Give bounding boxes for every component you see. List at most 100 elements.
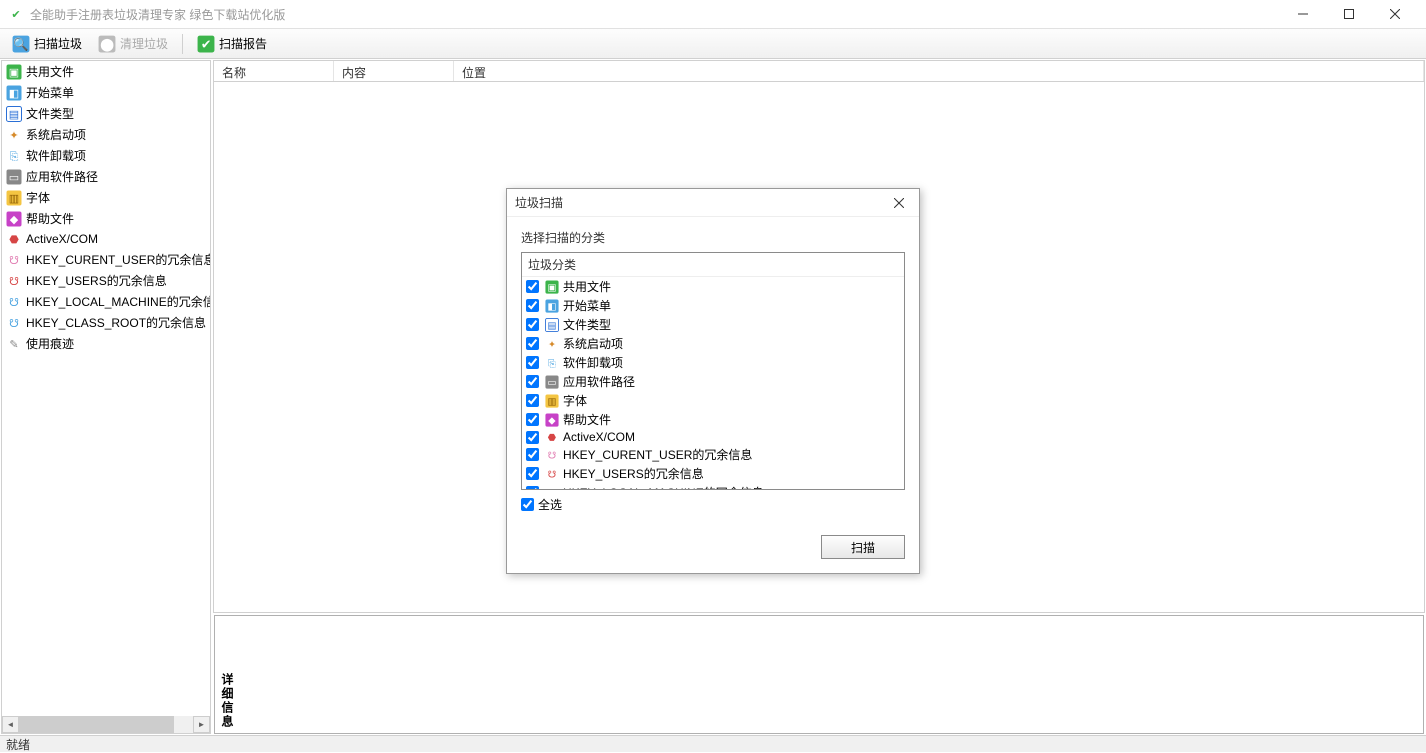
category-label: 字体 <box>563 392 587 409</box>
category-row-0[interactable]: ▣ 共用文件 <box>522 277 904 296</box>
scroll-thumb[interactable] <box>19 716 174 733</box>
category-checkbox[interactable] <box>526 318 539 331</box>
sidebar-item-label: 软件卸载项 <box>26 147 86 164</box>
sidebar-item-2[interactable]: ▤ 文件类型 <box>2 103 210 124</box>
sidebar-item-6[interactable]: ▥ 字体 <box>2 187 210 208</box>
category-checkbox[interactable] <box>526 356 539 369</box>
dialog-title: 垃圾扫描 <box>515 194 887 211</box>
scan-trash-button[interactable]: 🔍 扫描垃圾 <box>6 32 88 56</box>
scan-report-button[interactable]: ✔ 扫描报告 <box>191 32 273 56</box>
category-label: HKEY_USERS的冗余信息 <box>563 465 704 482</box>
col-name[interactable]: 名称 <box>214 61 334 81</box>
category-row-7[interactable]: ◆ 帮助文件 <box>522 410 904 429</box>
svg-text:◆: ◆ <box>548 415 556 426</box>
col-content[interactable]: 内容 <box>334 61 454 81</box>
category-checkbox[interactable] <box>526 413 539 426</box>
category-row-1[interactable]: ◧ 开始菜单 <box>522 296 904 315</box>
sidebar-item-label: HKEY_LOCAL_MACHINE的冗余信息 <box>26 293 210 310</box>
category-row-5[interactable]: ▭ 应用软件路径 <box>522 372 904 391</box>
select-all-checkbox[interactable] <box>521 498 534 511</box>
sidebar-item-label: ActiveX/COM <box>26 232 98 246</box>
category-row-11[interactable]: ☋ HKEY_LOCAL_MACHINE的冗余信息 <box>522 483 904 490</box>
category-row-4[interactable]: ⎘ 软件卸载项 <box>522 353 904 372</box>
svg-text:☋: ☋ <box>9 255 19 267</box>
category-row-6[interactable]: ▥ 字体 <box>522 391 904 410</box>
svg-text:▤: ▤ <box>547 320 556 331</box>
clean-trash-button[interactable]: ⬤ 清理垃圾 <box>92 32 174 56</box>
category-list-header: 垃圾分类 <box>522 253 904 277</box>
dialog-close-button[interactable] <box>887 191 911 215</box>
category-row-2[interactable]: ▤ 文件类型 <box>522 315 904 334</box>
select-all-row[interactable]: 全选 <box>521 496 905 513</box>
app-icon: ✔ <box>8 6 24 22</box>
category-checkbox[interactable] <box>526 299 539 312</box>
scroll-left-button[interactable]: ◄ <box>2 716 19 733</box>
status-text: 就绪 <box>6 736 30 753</box>
category-checkbox[interactable] <box>526 467 539 480</box>
category-checkbox[interactable] <box>526 431 539 444</box>
startmenu-icon: ◧ <box>6 85 22 101</box>
sidebar-item-9[interactable]: ☋ HKEY_CURENT_USER的冗余信息 <box>2 249 210 270</box>
sidebar-item-label: 文件类型 <box>26 105 74 122</box>
svg-text:☋: ☋ <box>548 450 557 461</box>
clean-label: 清理垃圾 <box>120 35 168 52</box>
category-checkbox[interactable] <box>526 375 539 388</box>
scroll-right-button[interactable]: ► <box>193 716 210 733</box>
detail-panel: 详细信息 <box>214 615 1424 734</box>
category-checkbox[interactable] <box>526 337 539 350</box>
sidebar-item-5[interactable]: ▭ 应用软件路径 <box>2 166 210 187</box>
category-checkbox[interactable] <box>526 280 539 293</box>
category-row-10[interactable]: ☋ HKEY_USERS的冗余信息 <box>522 464 904 483</box>
sidebar-item-4[interactable]: ⎘ 软件卸载项 <box>2 145 210 166</box>
sidebar-item-7[interactable]: ◆ 帮助文件 <box>2 208 210 229</box>
category-row-9[interactable]: ☋ HKEY_CURENT_USER的冗余信息 <box>522 445 904 464</box>
report-icon: ✔ <box>197 35 215 53</box>
maximize-icon <box>1344 9 1354 19</box>
uninstall-icon: ⎘ <box>6 148 22 164</box>
svg-text:⬣: ⬣ <box>548 433 557 444</box>
sidebar-item-10[interactable]: ☋ HKEY_USERS的冗余信息 <box>2 270 210 291</box>
apppath-icon: ▭ <box>6 169 22 185</box>
category-label: HKEY_LOCAL_MACHINE的冗余信息 <box>563 484 764 490</box>
sidebar-scrollbar[interactable]: ◄ ► <box>2 716 210 733</box>
scan-button[interactable]: 扫描 <box>821 535 905 559</box>
filetype-icon: ▤ <box>6 106 22 122</box>
category-checkbox[interactable] <box>526 448 539 461</box>
scroll-track[interactable] <box>19 716 193 733</box>
titlebar: ✔ 全能助手注册表垃圾清理专家 绿色下载站优化版 <box>0 0 1426 29</box>
sidebar-item-8[interactable]: ⬣ ActiveX/COM <box>2 229 210 249</box>
category-label: ActiveX/COM <box>563 430 635 444</box>
category-checkbox[interactable] <box>526 394 539 407</box>
category-row-8[interactable]: ⬣ ActiveX/COM <box>522 429 904 445</box>
sidebar-item-11[interactable]: ☋ HKEY_LOCAL_MACHINE的冗余信息 <box>2 291 210 312</box>
sidebar-item-1[interactable]: ◧ 开始菜单 <box>2 82 210 103</box>
category-list[interactable]: 垃圾分类 ▣ 共用文件 ◧ 开始菜单 ▤ 文件类型 ✦ 系统启动项 ⎘ 软件卸载… <box>521 252 905 490</box>
sidebar-item-3[interactable]: ✦ 系统启动项 <box>2 124 210 145</box>
category-label: 软件卸载项 <box>563 354 623 371</box>
category-checkbox[interactable] <box>526 486 539 490</box>
regkey3-icon: ☋ <box>6 315 22 331</box>
sidebar-item-12[interactable]: ☋ HKEY_CLASS_ROOT的冗余信息 <box>2 312 210 333</box>
regkey3-icon: ☋ <box>545 486 559 491</box>
scan-dialog: 垃圾扫描 选择扫描的分类 垃圾分类 ▣ 共用文件 ◧ 开始菜单 ▤ 文件类型 ✦… <box>506 188 920 574</box>
svg-text:◧: ◧ <box>9 88 19 100</box>
svg-text:☋: ☋ <box>9 276 19 288</box>
svg-text:▭: ▭ <box>9 172 19 184</box>
category-row-3[interactable]: ✦ 系统启动项 <box>522 334 904 353</box>
font-icon: ▥ <box>545 394 559 408</box>
apppath-icon: ▭ <box>545 375 559 389</box>
svg-text:✔: ✔ <box>201 37 211 51</box>
close-button[interactable] <box>1372 0 1418 29</box>
sidebar-item-13[interactable]: ✎ 使用痕迹 <box>2 333 210 354</box>
sidebar-item-0[interactable]: ▣ 共用文件 <box>2 61 210 82</box>
svg-text:▤: ▤ <box>9 109 19 121</box>
maximize-button[interactable] <box>1326 0 1372 29</box>
sidebar-item-label: 使用痕迹 <box>26 335 74 352</box>
window-title: 全能助手注册表垃圾清理专家 绿色下载站优化版 <box>30 6 1280 23</box>
sidebar-item-label: 开始菜单 <box>26 84 74 101</box>
dialog-titlebar[interactable]: 垃圾扫描 <box>507 189 919 217</box>
col-location[interactable]: 位置 <box>454 61 1424 81</box>
dialog-subtitle: 选择扫描的分类 <box>521 229 905 246</box>
minimize-button[interactable] <box>1280 0 1326 29</box>
scan-icon: 🔍 <box>12 35 30 53</box>
